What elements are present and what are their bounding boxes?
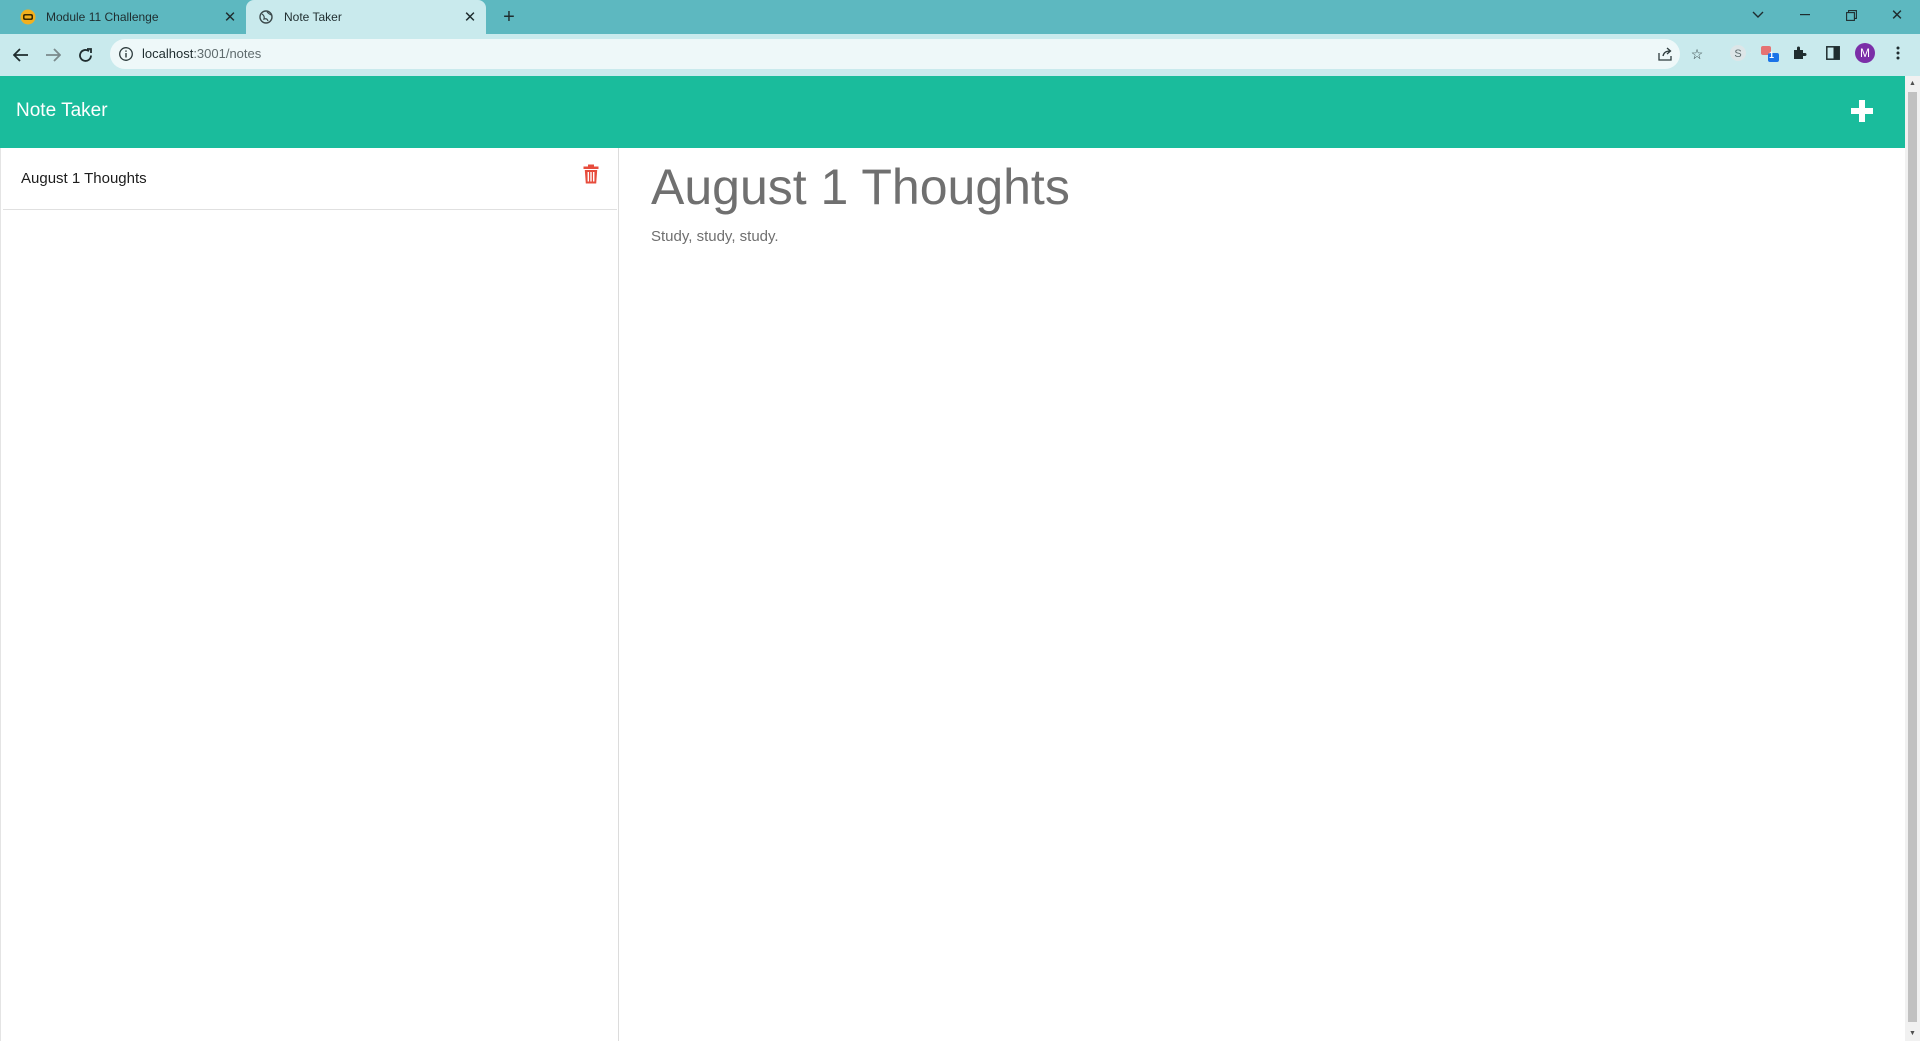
new-note-plus-icon[interactable] (1847, 96, 1877, 126)
note-list-title[interactable]: August 1 Thoughts (21, 170, 147, 187)
scroll-up-arrow-icon[interactable]: ▲ (1908, 79, 1917, 88)
notes-sidebar: August 1 Thoughts (0, 148, 619, 1041)
share-icon[interactable] (1657, 45, 1675, 63)
address-bar[interactable]: localhost:3001/notes ☆ (110, 39, 1703, 69)
url-text: localhost:3001/notes (142, 46, 261, 61)
note-list-item[interactable]: August 1 Thoughts (3, 148, 617, 210)
delete-trash-icon[interactable] (583, 164, 601, 186)
extension-badge-count: 1 (1769, 50, 1775, 60)
tab-title: Note Taker (284, 10, 342, 24)
scroll-down-arrow-icon[interactable]: ▼ (1908, 1029, 1917, 1038)
browser-tab-note-taker[interactable]: Note Taker ✕ (246, 0, 486, 34)
svg-text:S: S (1734, 48, 1741, 60)
page-viewport: Note Taker August 1 Thoughts August 1 Th… (0, 76, 1905, 1041)
close-window-icon[interactable]: ✕ (1877, 0, 1917, 30)
side-panel-icon[interactable] (1822, 42, 1844, 64)
page-scrollbar[interactable]: ▲ ▼ (1905, 76, 1920, 1041)
minimize-icon[interactable] (1785, 0, 1825, 30)
tab-search-icon[interactable] (1738, 0, 1778, 30)
browser-tabstrip: Module 11 Challenge ✕ Note Taker ✕ + ✕ (0, 0, 1920, 34)
extensions-puzzle-icon[interactable] (1789, 42, 1811, 64)
app-header: Note Taker (0, 76, 1905, 148)
note-title-input[interactable]: August 1 Thoughts (651, 158, 1070, 216)
close-tab-icon[interactable]: ✕ (220, 7, 240, 27)
site-info-icon[interactable] (118, 46, 134, 62)
url-host: localhost (142, 46, 194, 61)
browser-menu-icon[interactable] (1887, 42, 1909, 64)
forward-arrow-icon[interactable] (40, 42, 66, 68)
tab-title: Module 11 Challenge (46, 10, 159, 24)
browser-toolbar: localhost:3001/notes ☆ S 1 M (0, 34, 1920, 76)
restore-icon[interactable] (1831, 0, 1871, 30)
scroll-thumb[interactable] (1908, 92, 1917, 1022)
reload-icon[interactable] (72, 42, 98, 68)
close-tab-icon[interactable]: ✕ (460, 7, 480, 27)
extension-s-icon[interactable]: S (1727, 42, 1749, 64)
app-title[interactable]: Note Taker (16, 100, 108, 122)
browser-tab-module-11[interactable]: Module 11 Challenge ✕ (8, 0, 246, 34)
url-path: :3001/notes (193, 46, 262, 61)
profile-avatar[interactable]: M (1854, 42, 1876, 64)
globe-icon (258, 9, 274, 25)
profile-initial: M (1860, 46, 1870, 60)
extension-badge-icon[interactable]: 1 (1759, 42, 1781, 64)
module-favicon-icon (20, 9, 36, 25)
note-editor: August 1 Thoughts Study, study, study. (620, 148, 1905, 1041)
bookmark-star-icon[interactable]: ☆ (1688, 45, 1706, 63)
note-text-area[interactable]: Study, study, study. (651, 228, 779, 245)
new-tab-button[interactable]: + (498, 6, 520, 28)
back-arrow-icon[interactable] (8, 42, 34, 68)
